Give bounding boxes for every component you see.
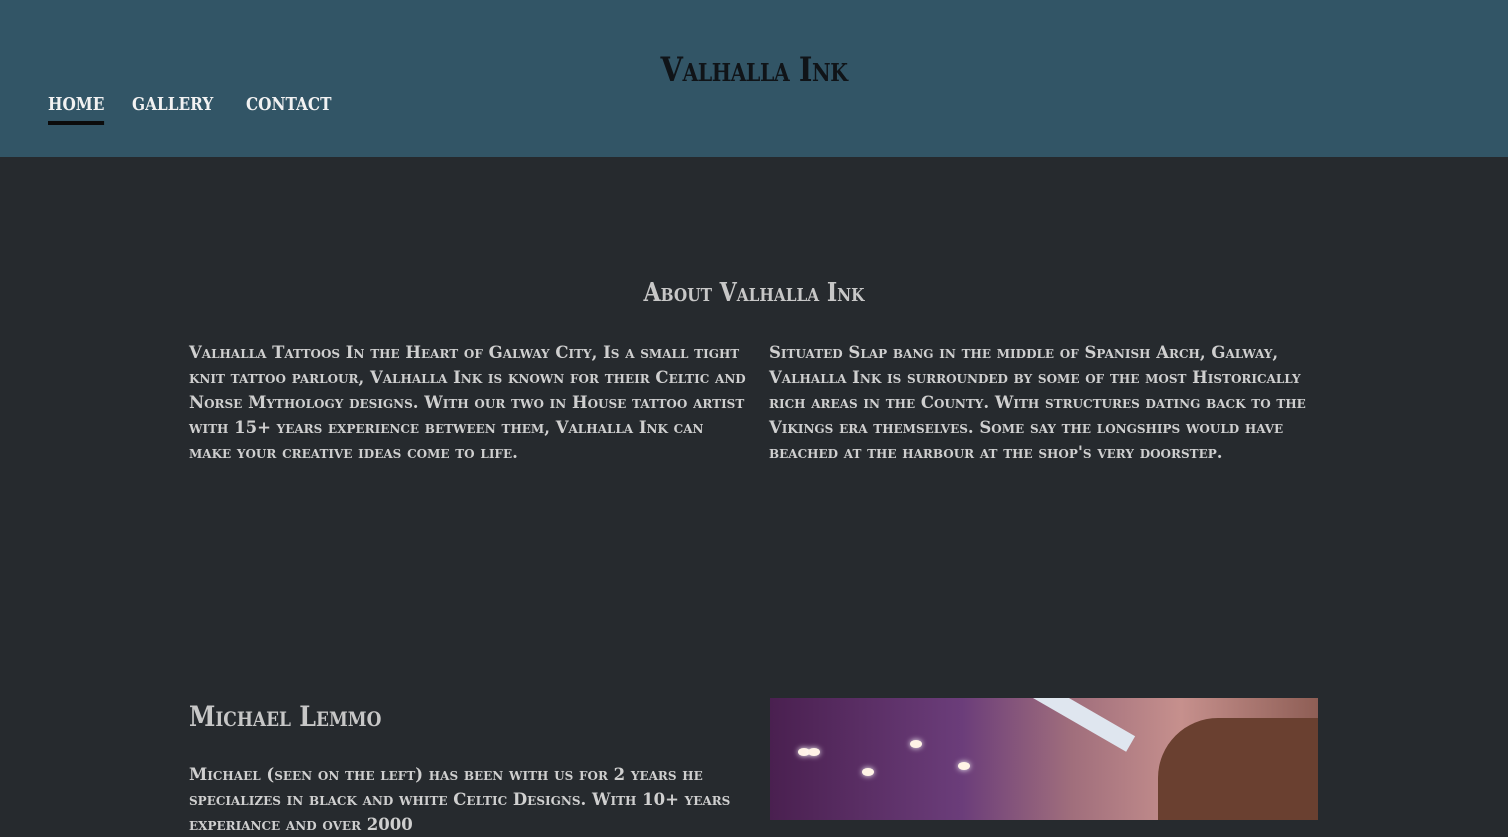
artist-name-heading: Michael Lemmo: [189, 700, 382, 733]
about-left-paragraph: Valhalla Tattoos In the Heart of Galway …: [189, 343, 746, 462]
site-title: Valhalla Ink: [660, 50, 848, 90]
nav-gallery-link[interactable]: GALLERY: [132, 94, 213, 125]
ceiling-light: [958, 762, 970, 770]
ceiling-light: [862, 768, 874, 776]
artist-bio-paragraph: Michael (seen on the left) has been with…: [189, 765, 731, 834]
nav-contact-link[interactable]: CONTACT: [246, 94, 331, 125]
nav-home-link[interactable]: HOME: [48, 94, 105, 125]
ceiling-lamp: [1004, 698, 1136, 752]
ceiling-light: [808, 748, 820, 756]
about-right-paragraph: Situated Slap bang in the middle of Span…: [769, 343, 1306, 462]
site-header: Valhalla Ink HOME GALLERY CONTACT: [0, 0, 1508, 157]
ceiling-light: [910, 740, 922, 748]
artist-photo: [770, 698, 1318, 820]
main-nav: HOME GALLERY CONTACT: [48, 94, 347, 125]
artist-figure: [1158, 718, 1318, 820]
about-heading: About Valhalla Ink: [643, 278, 865, 308]
